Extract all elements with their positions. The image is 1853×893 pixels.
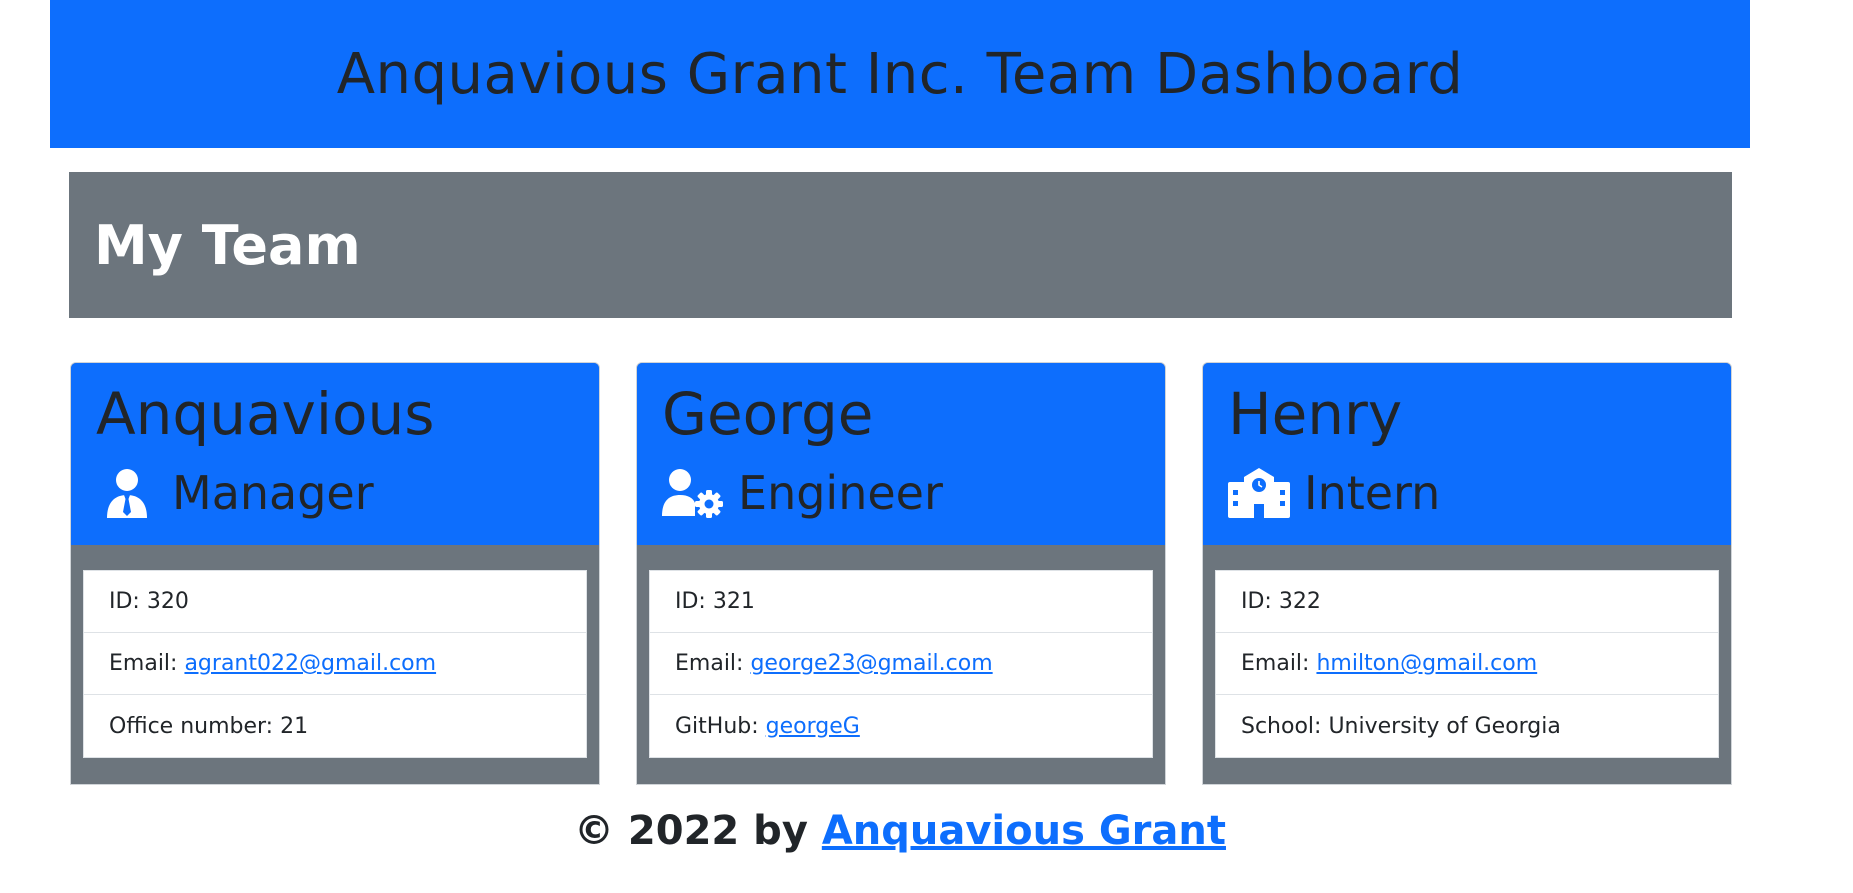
footer: © 2022 by Anquavious Grant <box>0 808 1800 854</box>
employee-name: Anquavious <box>96 380 435 448</box>
employee-role: Intern <box>1228 463 1440 523</box>
employee-details: ID: 320 Email: agrant022@gmail.com Offic… <box>83 570 587 758</box>
office-number: Office number: 21 <box>84 695 586 757</box>
employee-id: ID: 320 <box>84 571 586 633</box>
employee-email: Email: hmilton@gmail.com <box>1216 633 1718 695</box>
employee-role: Manager <box>96 463 374 523</box>
employee-card-engineer: George Engineer ID: 321 Email: george23@… <box>636 362 1166 785</box>
user-tie-icon <box>96 466 158 520</box>
card-header: Anquavious Manager <box>71 363 599 545</box>
employee-card-manager: Anquavious Manager ID: 320 Email: agrant… <box>70 362 600 785</box>
school: School: University of Georgia <box>1216 695 1718 757</box>
employee-id: ID: 321 <box>650 571 1152 633</box>
email-label: Email: <box>109 651 178 676</box>
page-title: Anquavious Grant Inc. Team Dashboard <box>336 41 1464 107</box>
school-icon <box>1228 466 1290 520</box>
author-link[interactable]: Anquavious Grant <box>822 808 1226 854</box>
email-link[interactable]: agrant022@gmail.com <box>184 651 436 676</box>
role-label: Manager <box>172 466 374 520</box>
employee-email: Email: agrant022@gmail.com <box>84 633 586 695</box>
employee-email: Email: george23@gmail.com <box>650 633 1152 695</box>
employee-id: ID: 322 <box>1216 571 1718 633</box>
office-number-text: Office number: 21 <box>109 713 309 739</box>
employee-name: George <box>662 380 874 448</box>
employee-details: ID: 321 Email: george23@gmail.com GitHub… <box>649 570 1153 758</box>
card-header: Henry Intern <box>1203 363 1731 545</box>
github: GitHub: georgeG <box>650 695 1152 757</box>
role-label: Intern <box>1304 466 1441 520</box>
team-header: My Team <box>69 172 1732 318</box>
github-link[interactable]: georgeG <box>766 714 860 739</box>
employee-name: Henry <box>1228 380 1403 448</box>
id-text: ID: 322 <box>1241 589 1321 614</box>
email-link[interactable]: george23@gmail.com <box>750 651 992 676</box>
employee-details: ID: 322 Email: hmilton@gmail.com School:… <box>1215 570 1719 758</box>
github-label: GitHub: <box>675 713 759 739</box>
id-text: ID: 320 <box>109 589 189 614</box>
employee-card-intern: Henry Intern ID: 322 Email: hmilton@gmai… <box>1202 362 1732 785</box>
dashboard-banner: Anquavious Grant Inc. Team Dashboard <box>50 0 1750 148</box>
id-text: ID: 321 <box>675 589 755 614</box>
team-title: My Team <box>94 213 361 277</box>
card-header: George Engineer <box>637 363 1165 545</box>
footer-copyright: © 2022 by <box>574 808 822 854</box>
role-label: Engineer <box>738 466 943 520</box>
email-link[interactable]: hmilton@gmail.com <box>1316 651 1537 676</box>
email-label: Email: <box>675 651 744 676</box>
user-gear-icon <box>662 466 724 520</box>
school-text: School: University of Georgia <box>1241 713 1561 739</box>
email-label: Email: <box>1241 651 1310 676</box>
page: Anquavious Grant Inc. Team Dashboard My … <box>0 0 1853 893</box>
employee-role: Engineer <box>662 463 943 523</box>
